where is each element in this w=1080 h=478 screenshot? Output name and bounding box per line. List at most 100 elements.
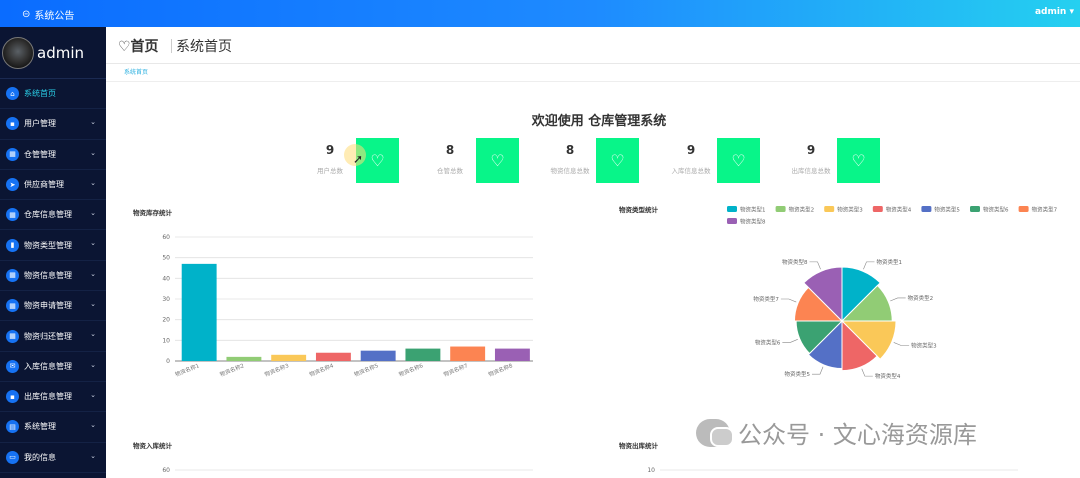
avatar	[2, 36, 34, 69]
home-icon: ⌂	[6, 87, 19, 101]
breadcrumb-home[interactable]: ♡首页	[118, 36, 159, 56]
sidebar-item-label: 仓管管理	[24, 149, 56, 159]
pie-label-line	[863, 261, 875, 270]
sidebar-item[interactable]: ▪ 用户管理 ⌄	[0, 109, 106, 140]
legend-label: 物资类型3	[837, 206, 863, 214]
stat-value: 8	[445, 143, 455, 157]
sidebar-item-label: 物资归还管理	[24, 331, 72, 341]
book-icon: ▮	[6, 238, 19, 252]
pie-label: 物资类型1	[876, 258, 902, 266]
sidebar-item-label: 系统管理	[24, 422, 56, 432]
legend-swatch	[727, 218, 737, 224]
x-tick-label: 物资名称3	[263, 361, 290, 378]
chevron-down-icon: ⌄	[90, 421, 96, 430]
pie-slice	[793, 286, 844, 322]
sidebar-item[interactable]: ▦ 物资信息管理 ⌄	[0, 261, 106, 292]
y-tick-label: 10	[647, 467, 655, 474]
y-tick-label: 0	[166, 358, 170, 365]
chevron-down-icon: ⌄	[90, 239, 96, 248]
legend-label: 物资类型5	[934, 206, 960, 214]
notice-icon: ⊝	[22, 9, 31, 20]
chevron-down-icon: ⌄	[90, 178, 96, 187]
legend-swatch	[921, 206, 932, 212]
profile-name: admin	[37, 43, 84, 62]
page-title: 系统首页	[176, 39, 232, 55]
pie-slice	[840, 284, 893, 322]
chevron-down-icon: ⌄	[90, 209, 96, 218]
chevron-down-icon: ⌄	[90, 360, 96, 369]
pie-label-line	[890, 297, 906, 302]
sidebar-item[interactable]: ▦ 物资归还管理 ⌄	[0, 321, 106, 352]
sidebar-item[interactable]: ➤ 供应商管理 ⌄	[0, 170, 106, 201]
sidebar-item-label: 入库信息管理	[24, 361, 72, 371]
pie-slice	[841, 319, 878, 372]
heart-icon[interactable]: ♡	[717, 138, 760, 183]
top-bar: ⊝ 系统公告 admin ▾	[0, 0, 1080, 27]
wechat-icon	[696, 418, 734, 447]
pie-label: 物资类型2	[908, 294, 934, 302]
sidebar-item[interactable]: ⌂ 系统首页	[0, 79, 106, 110]
send-icon: ➤	[6, 178, 19, 192]
page-header: ♡首页 系统首页	[106, 27, 1080, 64]
chat-icon: ▪	[6, 117, 19, 131]
pie-label: 物资类型8	[782, 258, 808, 266]
profile: admin	[0, 27, 106, 79]
y-tick-label: 10	[162, 337, 170, 344]
chevron-down-icon: ⌄	[90, 118, 96, 127]
pie-slice	[795, 320, 844, 355]
sidebar-item-label: 供应商管理	[24, 180, 64, 190]
pie-label-line	[811, 366, 824, 375]
sidebar-item[interactable]: ▪ 出库信息管理 ⌄	[0, 382, 106, 413]
sidebar: admin ⌂ 系统首页 ▪ 用户管理 ⌄ ▦ 仓管管理 ⌄ ➤ 供应商管理 ⌄ ▦ 仓库信息管理 ⌄ ▮ 物…	[0, 27, 106, 478]
stat-label: 入库信息总数	[671, 167, 711, 175]
legend-swatch	[970, 206, 980, 212]
sidebar-item[interactable]: ▭ 我的信息 ⌄	[0, 443, 106, 473]
grid-icon: ▦	[6, 299, 19, 313]
heart-icon[interactable]: ♡	[837, 138, 880, 183]
x-tick-label: 物资名称1	[174, 361, 201, 378]
sidebar-item[interactable]: ▦ 仓库信息管理 ⌄	[0, 200, 106, 231]
in-chart-title: 物资入库统计	[133, 442, 172, 450]
chevron-down-icon: ⌄	[90, 451, 96, 460]
mail-icon: ✉	[6, 359, 19, 373]
sidebar-item[interactable]: ▦ 物资申请管理 ⌄	[0, 291, 106, 322]
legend-label: 物资类型2	[789, 206, 815, 214]
sidebar-item[interactable]: ▦ 仓管管理 ⌄	[0, 140, 106, 170]
bar	[181, 263, 217, 361]
y-tick-label: 50	[162, 255, 170, 262]
x-tick-label: 物资名称6	[397, 361, 424, 378]
sidebar-item[interactable]: ▮ 物资类型管理 ⌄	[0, 230, 106, 261]
stat-label: 物资信息总数	[550, 167, 590, 175]
y-tick-label: 30	[162, 296, 170, 303]
chat-icon: ▪	[6, 390, 19, 404]
watermark: 公众号 · 文心海资源库	[696, 415, 977, 450]
divider	[171, 39, 172, 53]
sidebar-item[interactable]: ✉ 入库信息管理 ⌄	[0, 352, 106, 382]
stat-value: 9	[686, 143, 696, 157]
legend-label: 物资类型6	[983, 206, 1009, 214]
legend-label: 物资类型4	[886, 206, 912, 214]
pie-slice	[840, 320, 897, 360]
pie-label-line	[780, 298, 797, 303]
user-menu[interactable]: admin ▾	[1035, 7, 1074, 17]
pie-label-line	[809, 261, 821, 270]
stat-label: 仓管总数	[437, 167, 463, 175]
pie-slice	[807, 319, 843, 370]
stat-value: 9	[806, 143, 816, 157]
chevron-down-icon: ⌄	[90, 390, 96, 399]
sidebar-item[interactable]: ▤ 系统管理 ⌄	[0, 412, 106, 443]
system-notice[interactable]: ⊝ 系统公告	[22, 7, 74, 22]
sidebar-item-label: 出库信息管理	[24, 392, 72, 402]
chevron-down-icon: ⌄	[90, 300, 96, 309]
grid-icon: ▦	[6, 147, 19, 161]
heart-icon[interactable]: ♡	[596, 138, 639, 183]
sidebar-item-label: 物资信息管理	[24, 270, 72, 280]
tag-current[interactable]: 系统首页	[124, 67, 148, 76]
pie-chart-title: 物资类型统计	[619, 206, 658, 214]
pie-label: 物资类型6	[755, 338, 781, 346]
heart-icon[interactable]: ♡	[476, 138, 519, 183]
bar	[315, 352, 351, 361]
bar	[226, 356, 262, 361]
y-tick-label: 40	[162, 275, 170, 282]
y-tick-label: 60	[162, 467, 170, 474]
